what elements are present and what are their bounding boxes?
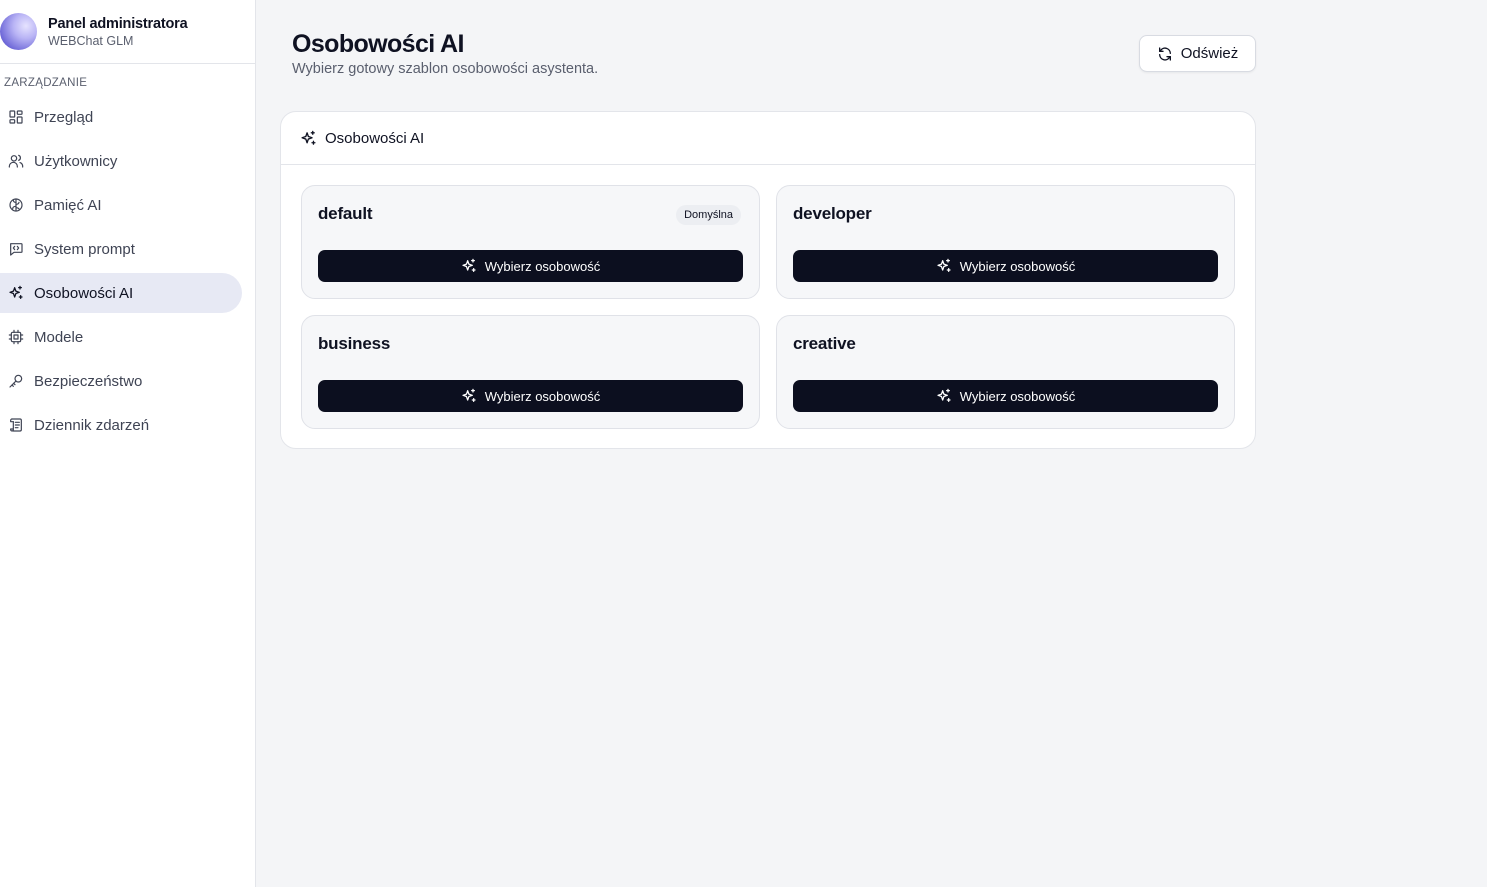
users-icon: [8, 154, 24, 168]
sidebar: Panel administratora WEBChat GLM ZARZĄDZ…: [0, 0, 256, 887]
select-persona-label: Wybierz osobowość: [959, 388, 1076, 404]
persona-name: default: [318, 204, 373, 223]
main-content: Osobowości AI Wybierz gotowy szablon oso…: [256, 0, 1487, 887]
persona-grid: default Domyślna Wybierz osobowość devel…: [301, 185, 1235, 429]
sidebar-item-label: Użytkownicy: [34, 152, 118, 170]
sidebar-item-system-prompt[interactable]: System prompt: [0, 229, 242, 269]
brand-header: Panel administratora WEBChat GLM: [0, 0, 255, 64]
sidebar-item-label: Dziennik zdarzeń: [34, 416, 150, 434]
personas-card: Osobowości AI default Domyślna Wybierz o…: [280, 111, 1256, 449]
key-icon: [9, 374, 23, 388]
dashboard-icon: [9, 110, 23, 124]
sidebar-item-ai-personas[interactable]: Osobowości AI: [0, 273, 242, 313]
refresh-button[interactable]: Odśwież: [1139, 35, 1256, 72]
persona-card-business: business Wybierz osobowość: [301, 315, 760, 429]
scroll-icon: [10, 418, 22, 432]
sparkles-icon: [301, 130, 316, 145]
select-persona-button[interactable]: Wybierz osobowość: [793, 250, 1218, 282]
persona-card-default: default Domyślna Wybierz osobowość: [301, 185, 760, 299]
sparkles-icon: [462, 388, 476, 402]
persona-name: business: [318, 334, 391, 353]
select-persona-label: Wybierz osobowość: [959, 258, 1076, 274]
avatar: [0, 13, 37, 50]
sidebar-item-label: Bezpieczeństwo: [34, 372, 143, 390]
message-code-icon: [10, 243, 23, 256]
sidebar-item-label: System prompt: [34, 240, 135, 258]
sidebar-item-security[interactable]: Bezpieczeństwo: [0, 361, 242, 401]
sparkles-icon: [937, 388, 951, 402]
refresh-label: Odśwież: [1180, 45, 1239, 62]
sidebar-item-label: Osobowości AI: [34, 284, 134, 302]
select-persona-button[interactable]: Wybierz osobowość: [318, 250, 743, 282]
persona-card-developer: developer Wybierz osobowość: [776, 185, 1235, 299]
sparkles-icon: [462, 258, 476, 272]
sidebar-item-event-log[interactable]: Dziennik zdarzeń: [0, 405, 242, 445]
sidebar-nav: Przegląd Użytkownicy Pamięć AI System pr…: [0, 97, 255, 445]
select-persona-button[interactable]: Wybierz osobowość: [318, 380, 743, 412]
persona-name: creative: [793, 334, 856, 353]
persona-name: developer: [793, 204, 872, 223]
cpu-icon: [8, 329, 24, 345]
refresh-icon: [1158, 46, 1171, 61]
sidebar-item-ai-memory[interactable]: Pamięć AI: [0, 185, 242, 225]
sidebar-item-models[interactable]: Modele: [0, 317, 242, 357]
sparkles-icon: [937, 258, 951, 272]
brain-icon: [9, 198, 23, 212]
card-title: Osobowości AI: [325, 129, 425, 147]
page-subtitle: Wybierz gotowy szablon osobowości asyste…: [292, 61, 599, 77]
sidebar-item-users[interactable]: Użytkownicy: [0, 141, 242, 181]
select-persona-label: Wybierz osobowość: [484, 388, 601, 404]
default-badge: Domyślna: [676, 205, 741, 225]
select-persona-button[interactable]: Wybierz osobowość: [793, 380, 1218, 412]
sidebar-item-label: Modele: [34, 328, 84, 346]
persona-card-creative: creative Wybierz osobowość: [776, 315, 1235, 429]
app-title: Panel administratora: [48, 15, 188, 32]
app-subtitle: WEBChat GLM: [48, 33, 134, 48]
card-header: Osobowości AI: [281, 112, 1255, 165]
sidebar-item-overview[interactable]: Przegląd: [0, 97, 242, 137]
sparkles-icon: [9, 285, 23, 299]
section-label: ZARZĄDZANIE: [4, 77, 88, 89]
sidebar-item-label: Pamięć AI: [34, 196, 102, 214]
select-persona-label: Wybierz osobowość: [484, 258, 601, 274]
sidebar-item-label: Przegląd: [34, 108, 94, 126]
page-title: Osobowości AI: [292, 30, 464, 58]
